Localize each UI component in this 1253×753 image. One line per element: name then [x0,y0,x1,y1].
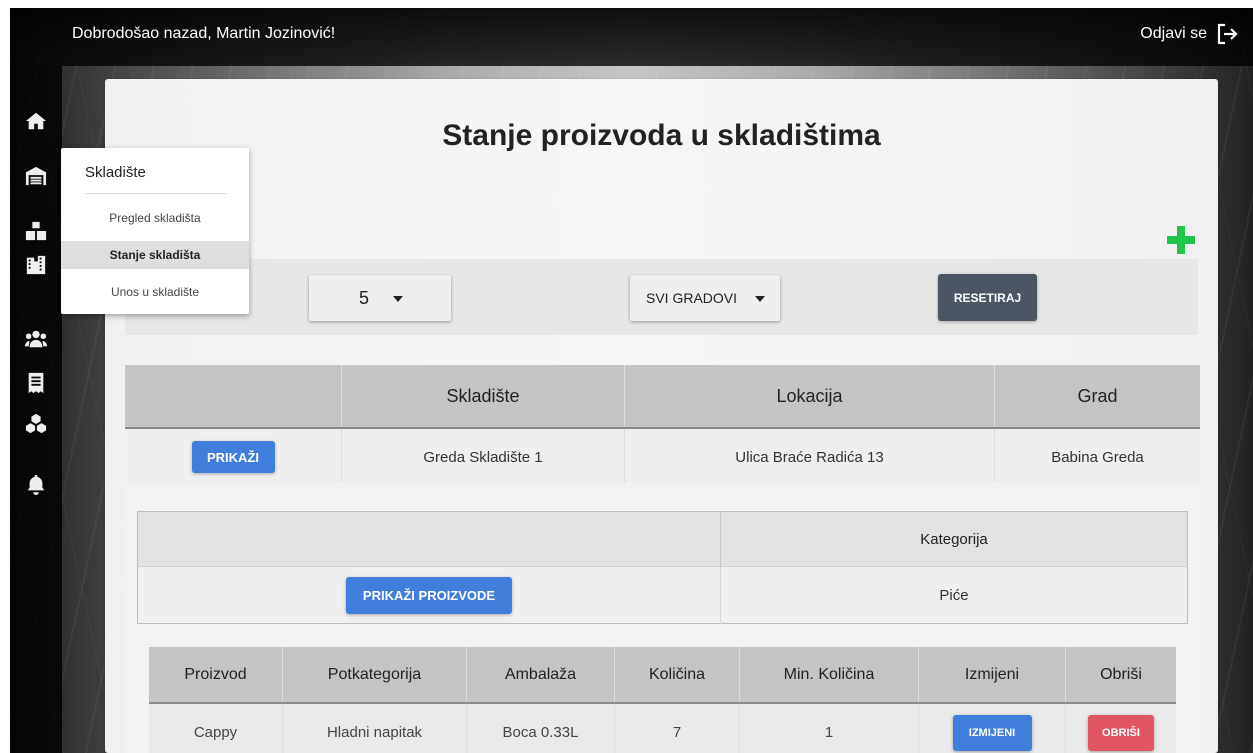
warehouse-detail: Kategorija PRIKAŽI PROIZVODE Piće Proizv… [125,482,1200,753]
column-header-product[interactable]: Proizvod [149,647,283,704]
add-icon[interactable] [1165,224,1197,256]
table-row: PRIKAŽI PROIZVODE Piće [137,566,1188,624]
table-header-row: Skladište Lokacija Grad [125,365,1200,429]
page-size-value: 5 [359,288,370,308]
column-header-packaging[interactable]: Ambalaža [466,647,615,704]
welcome-message: Dobrodošao nazad, Martin Jozinović! [72,25,336,42]
content-panel: Stanje proizvoda u skladištima 5 SVI GRA… [105,79,1218,753]
column-header-subcategory[interactable]: Potkategorija [282,647,467,704]
category-cell: Piće [720,566,1188,624]
column-header-quantity[interactable]: Količina [614,647,740,704]
submenu-title: Skladište [85,164,146,181]
table-header-row: Proizvod Potkategorija Ambalaža Količina… [149,647,1176,704]
users-icon [25,330,47,348]
table-header-row: Kategorija [137,511,1188,567]
logout-button[interactable]: Odjavi se [1140,22,1239,46]
table-row: Cappy Hladni napitak Boca 0.33L 7 1 IZMI… [149,703,1176,753]
sidebar-item-invoices[interactable] [23,370,49,396]
column-header-action [137,511,721,567]
packaging-cell: Boca 0.33L [466,703,615,753]
quantity-cell: 7 [614,703,740,753]
column-header-edit: Izmijeni [918,647,1066,704]
warehouses-table: Skladište Lokacija Grad PRIKAŽI Greda Sk… [125,365,1200,485]
cubes-icon [25,413,47,434]
table-row: PRIKAŽI Greda Skladište 1 Ulica Braće Ra… [125,428,1200,485]
warehouse-submenu: Skladište Pregled skladišta Stanje sklad… [61,148,249,314]
app-window: Dobrodošao nazad, Martin Jozinović! Odja… [10,8,1253,753]
filter-bar: 5 SVI GRADOVI RESETIRAJ [125,259,1198,335]
sidebar-item-notifications[interactable] [23,471,49,497]
city-select[interactable]: SVI GRADOVI [630,275,780,321]
city-value: SVI GRADOVI [646,290,738,306]
action-cell: PRIKAŽI PROIZVODE [137,566,721,624]
submenu-divider [85,193,227,194]
boxes-icon [25,221,47,241]
sidebar-item-home[interactable] [23,108,49,134]
column-header-delete: Obriši [1065,647,1176,704]
logout-label: Odjavi se [1140,25,1207,42]
sidebar-item-cities[interactable] [23,252,49,278]
submenu-item-warehouse-stock[interactable]: Stanje skladišta [61,241,249,269]
top-bar: Dobrodošao nazad, Martin Jozinović! Odja… [10,8,1253,66]
page-title: Stanje proizvoda u skladištima [442,119,881,152]
sidebar [10,66,62,753]
categories-table: Kategorija PRIKAŽI PROIZVODE Piće [137,511,1188,624]
chevron-down-icon [393,296,403,302]
city-cell: Babina Greda [994,428,1200,485]
sidebar-item-inventory[interactable] [23,411,49,437]
action-cell: PRIKAŽI [125,428,342,485]
sidebar-item-warehouse[interactable] [23,163,49,189]
bell-icon [27,474,45,495]
submenu-item-warehouse-overview[interactable]: Pregled skladišta [61,204,249,232]
products-table: Proizvod Potkategorija Ambalaža Količina… [149,647,1176,753]
warehouse-name-cell: Greda Skladište 1 [341,428,625,485]
home-icon [25,112,47,130]
edit-cell: IZMIJENI [918,703,1066,753]
reset-button[interactable]: RESETIRAJ [938,274,1037,321]
delete-button[interactable]: OBRIŠI [1088,714,1154,751]
delete-cell: OBRIŠI [1065,703,1176,753]
column-header-action [125,365,342,429]
page-size-select[interactable]: 5 [309,275,451,321]
show-products-button[interactable]: PRIKAŽI PROIZVODE [346,576,512,614]
column-header-city[interactable]: Grad [994,365,1200,429]
edit-button[interactable]: IZMIJENI [952,714,1032,751]
warehouse-icon [25,166,47,186]
product-cell: Cappy [149,703,283,753]
chevron-down-icon [755,296,765,302]
subcategory-cell: Hladni napitak [282,703,467,753]
show-button[interactable]: PRIKAŽI [191,441,275,473]
sign-out-icon [1217,23,1238,45]
column-header-category[interactable]: Kategorija [720,511,1188,567]
column-header-warehouse[interactable]: Skladište [341,365,625,429]
column-header-location[interactable]: Lokacija [624,365,995,429]
submenu-item-warehouse-entry[interactable]: Unos u skladište [61,278,249,306]
column-header-min-quantity[interactable]: Min. Količina [739,647,919,704]
min-quantity-cell: 1 [739,703,919,753]
city-icon [26,255,46,275]
receipt-icon [28,372,44,394]
sidebar-item-users[interactable] [23,326,49,352]
sidebar-item-products[interactable] [23,218,49,244]
location-cell: Ulica Braće Radića 13 [624,428,995,485]
